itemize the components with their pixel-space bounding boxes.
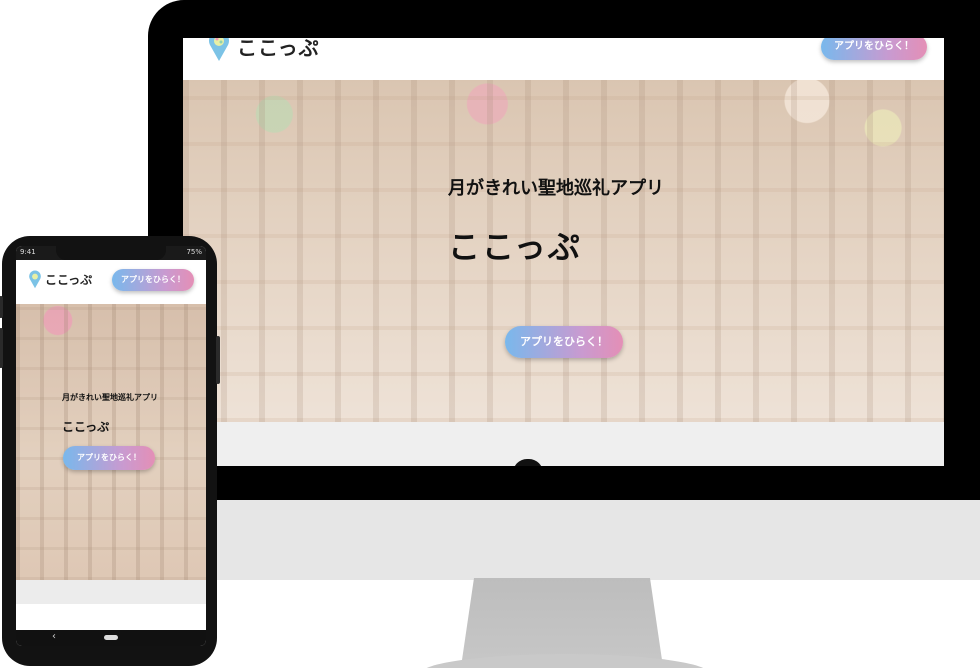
phone-header: ここっぷ アプリをひらく！ [16,260,206,304]
open-app-header-button[interactable]: アプリをひらく！ [112,269,194,291]
next-section-content [16,604,206,630]
phone-hero: 月がきれい聖地巡礼アプリ ここっぷ アプリをひらく！ [16,304,206,580]
hero-subtitle: 月がきれい聖地巡礼アプリ [448,178,664,199]
back-icon[interactable]: ‹ [52,631,56,642]
hero-title: ここっぷ [448,228,582,266]
open-app-hero-button[interactable]: アプリをひらく！ [63,446,155,470]
monitor-stand-neck [462,578,662,660]
desktop-header: ここっぷ アプリをひらく！ [183,38,944,80]
home-pill-icon[interactable] [104,635,118,640]
next-section [16,580,206,604]
hero-content: 月がきれい聖地巡礼アプリ ここっぷ アプリをひらく！ [448,174,664,358]
phone-logo[interactable]: ここっぷ [28,270,92,289]
phone-nav-bar: ‹ [16,630,206,646]
logo-text: ここっぷ [45,273,93,287]
desktop-hero: 月がきれい聖地巡礼アプリ ここっぷ アプリをひらく！ [183,80,944,422]
section-top-graphic [513,459,543,466]
phone-notch [56,246,166,260]
phone-side-button [0,328,3,368]
next-section [183,422,944,466]
map-pin-icon [209,38,229,61]
hero-subtitle: 月がきれい聖地巡礼アプリ [62,393,158,402]
phone-side-button [0,296,3,318]
phone-screen: 9:41 75% ここっぷ アプリをひらく！ 月がきれい聖地巡礼アプリ ここっぷ… [16,246,206,646]
open-app-header-button[interactable]: アプリをひらく！ [821,38,927,60]
open-app-hero-button[interactable]: アプリをひらく！ [505,326,623,358]
desktop-screen: ここっぷ アプリをひらく！ 月がきれい聖地巡礼アプリ ここっぷ アプリをひらく！ [183,38,944,466]
status-time: 9:41 [20,248,36,256]
logo-text: ここっぷ [237,38,320,60]
desktop-logo[interactable]: ここっぷ [207,38,320,62]
phone-power-button [216,336,220,384]
hero-title: ここっぷ [62,420,110,434]
status-battery: 75% [186,248,202,256]
map-pin-icon [29,270,41,289]
phone-device: 9:41 75% ここっぷ アプリをひらく！ 月がきれい聖地巡礼アプリ ここっぷ… [0,236,220,666]
